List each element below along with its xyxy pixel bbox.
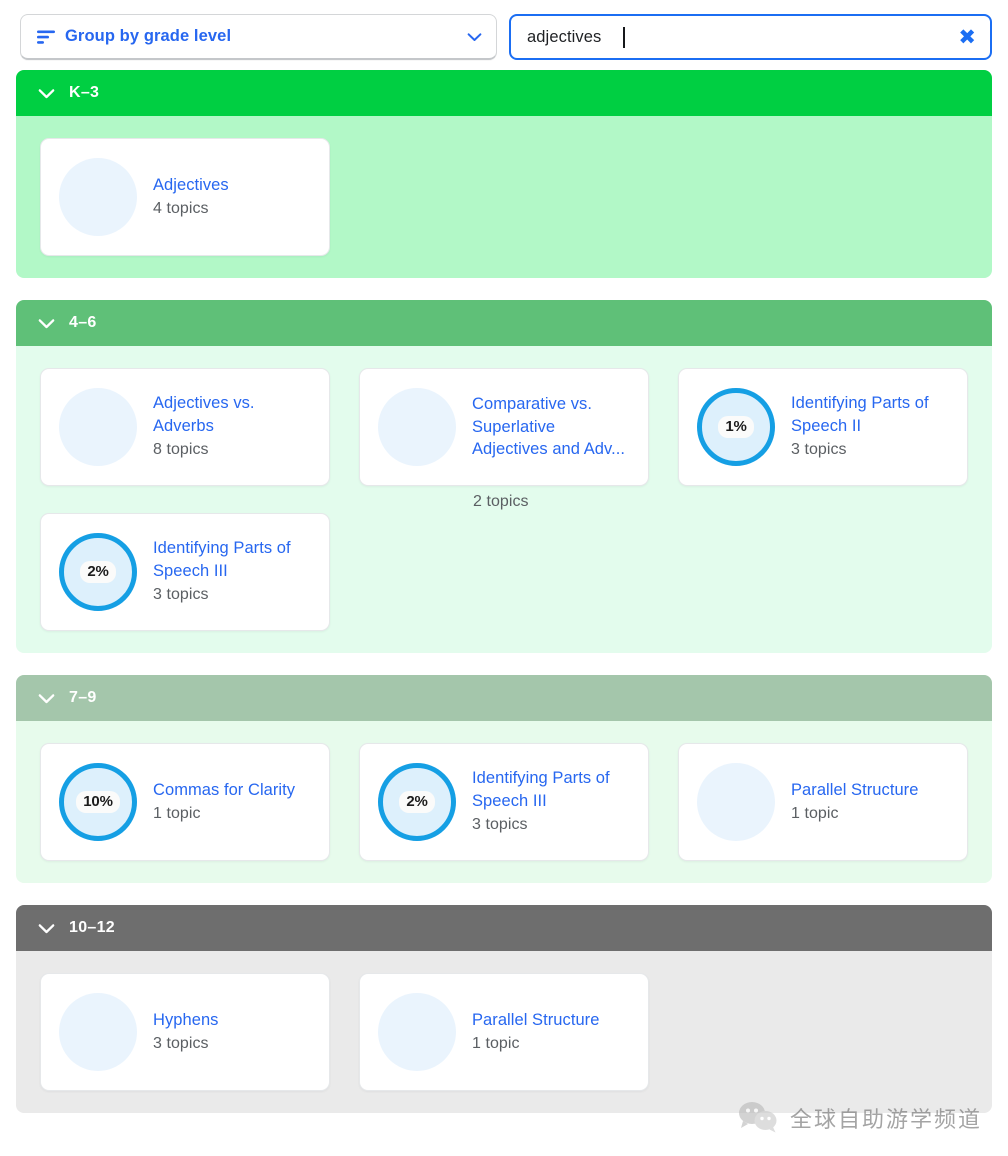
skill-topic-count: 8 topics: [153, 441, 209, 459]
skill-card[interactable]: Hyphens 3 topics: [40, 973, 330, 1091]
progress-ring-track: 2%: [59, 533, 137, 611]
grade-section-4-6: 4–6 Adjectives vs. Adverbs 8 topics Compara…: [16, 300, 992, 653]
skill-card[interactable]: 1% Identifying Parts of Speech II 3 topics: [678, 368, 968, 486]
grade-section-title: 10–12: [69, 919, 115, 936]
progress-percent: 2%: [399, 790, 435, 814]
chevron-down-icon[interactable]: [467, 32, 482, 42]
watermark-text: 全球自助游学频道: [789, 1107, 982, 1133]
skill-title[interactable]: Hyphens: [153, 1009, 313, 1032]
grade-section-title: K–3: [69, 84, 100, 101]
skill-card-text: Comparative vs. Superlative Adjectives a…: [472, 393, 632, 510]
progress-percent: 2%: [80, 560, 116, 584]
progress-percent: 10%: [76, 790, 120, 814]
progress-ring: 10%: [59, 763, 137, 841]
skill-card-text: Adjectives vs. Adverbs 8 topics: [153, 392, 313, 462]
skill-avatar: [378, 388, 456, 466]
skill-avatar: [59, 388, 137, 466]
skill-avatar: [697, 763, 775, 841]
progress-ring: 2%: [378, 763, 456, 841]
group-by-label: Group by grade level: [65, 27, 232, 45]
chevron-down-icon[interactable]: [38, 318, 55, 329]
skill-card-text: Identifying Parts of Speech II 3 topics: [791, 392, 951, 462]
grade-section-header-4-6[interactable]: 4–6: [16, 300, 992, 346]
skill-topic-count: 1 topic: [791, 805, 839, 823]
skill-title[interactable]: Comparative vs. Superlative Adjectives a…: [472, 393, 632, 461]
skill-topic-count: 4 topics: [153, 200, 209, 218]
skill-title[interactable]: Parallel Structure: [791, 779, 951, 802]
text-cursor: [623, 26, 625, 48]
skill-title[interactable]: Commas for Clarity: [153, 779, 313, 802]
progress-ring-track: 1%: [697, 388, 775, 466]
skill-title[interactable]: Adjectives: [153, 174, 313, 197]
skill-avatar-circle: [59, 993, 137, 1071]
skill-avatar: [59, 158, 137, 236]
skill-card[interactable]: Comparative vs. Superlative Adjectives a…: [359, 368, 649, 510]
skill-title[interactable]: Identifying Parts of Speech III: [472, 767, 632, 812]
grade-sections: K–3 Adjectives 4 topics 4–6 Adjectives vs. A…: [0, 70, 1008, 1113]
skill-card[interactable]: Adjectives 4 topics: [40, 138, 330, 256]
skill-avatar: [59, 993, 137, 1071]
chevron-down-icon[interactable]: [38, 923, 55, 934]
skill-topic-count: 3 topics: [153, 586, 209, 604]
grade-section-header-10-12[interactable]: 10–12: [16, 905, 992, 951]
skill-card[interactable]: 2% Identifying Parts of Speech III 3 topic…: [359, 743, 649, 861]
skill-card-text: Parallel Structure 1 topic: [472, 1009, 632, 1056]
progress-ring-track: 10%: [59, 763, 137, 841]
grade-section-title: 7–9: [69, 689, 97, 706]
skill-topic-count: 2 topics: [473, 492, 529, 510]
grade-section-body-10-12: Hyphens 3 topics Parallel Structure 1 topic: [16, 951, 992, 1113]
grade-section-title: 4–6: [69, 314, 97, 331]
grade-section-body-k-3: Adjectives 4 topics: [16, 116, 992, 278]
skill-topic-count: 3 topics: [472, 816, 528, 834]
chevron-down-icon[interactable]: [38, 693, 55, 704]
skill-topic-count: 1 topic: [153, 805, 201, 823]
group-by-grade-level-select[interactable]: Group by grade level: [20, 14, 497, 60]
skill-title[interactable]: Identifying Parts of Speech II: [791, 392, 951, 437]
skill-card-text: Identifying Parts of Speech III 3 topics: [472, 767, 632, 837]
grade-section-header-7-9[interactable]: 7–9: [16, 675, 992, 721]
progress-ring: 2%: [59, 533, 137, 611]
skill-avatar-circle: [59, 388, 137, 466]
skill-avatar-circle: [59, 158, 137, 236]
skill-card-text: Identifying Parts of Speech III 3 topics: [153, 537, 313, 607]
search-input-value[interactable]: adjectives: [527, 28, 601, 47]
progress-ring-track: 2%: [378, 763, 456, 841]
skill-card-text: Parallel Structure 1 topic: [791, 779, 951, 826]
skill-card-text: Hyphens 3 topics: [153, 1009, 313, 1056]
skill-card[interactable]: Parallel Structure 1 topic: [359, 973, 649, 1091]
progress-ring: 1%: [697, 388, 775, 466]
skill-card-text: Commas for Clarity 1 topic: [153, 779, 313, 826]
toolbar: Group by grade level adjectives ✖: [0, 0, 1008, 70]
grade-section-7-9: 7–9 10% Commas for Clarity 1 topic 2% Identif…: [16, 675, 992, 883]
clear-search-icon[interactable]: ✖: [958, 26, 976, 48]
search-field[interactable]: adjectives ✖: [509, 14, 992, 60]
watermark: 全球自助游学频道: [738, 1101, 982, 1134]
skill-card[interactable]: Parallel Structure 1 topic: [678, 743, 968, 861]
skill-title[interactable]: Adjectives vs. Adverbs: [153, 392, 313, 437]
skill-title[interactable]: Identifying Parts of Speech III: [153, 537, 313, 582]
skill-card[interactable]: Adjectives vs. Adverbs 8 topics: [40, 368, 330, 486]
skills-browser-page: Group by grade level adjectives ✖ K–3 Adj…: [0, 0, 1008, 1156]
grade-section-10-12: 10–12 Hyphens 3 topics Parallel Structure 1 …: [16, 905, 992, 1113]
skill-avatar: [378, 993, 456, 1071]
skill-card[interactable]: 10% Commas for Clarity 1 topic: [40, 743, 330, 861]
skill-avatar-circle: [697, 763, 775, 841]
grade-section-body-7-9: 10% Commas for Clarity 1 topic 2% Identifyin…: [16, 721, 992, 883]
skill-topic-count: 1 topic: [472, 1035, 520, 1053]
grade-section-header-k-3[interactable]: K–3: [16, 70, 992, 116]
chevron-down-icon[interactable]: [38, 88, 55, 99]
skill-avatar-circle: [378, 388, 456, 466]
grade-section-body-4-6: Adjectives vs. Adverbs 8 topics Comparativ…: [16, 346, 992, 653]
skill-title[interactable]: Parallel Structure: [472, 1009, 632, 1032]
progress-percent: 1%: [718, 415, 754, 439]
skill-card-text: Adjectives 4 topics: [153, 174, 313, 221]
skill-card[interactable]: 2% Identifying Parts of Speech III 3 topic…: [40, 513, 330, 631]
grade-section-k-3: K–3 Adjectives 4 topics: [16, 70, 992, 278]
skill-avatar-circle: [378, 993, 456, 1071]
wechat-icon: [738, 1102, 777, 1133]
skill-topic-count: 3 topics: [153, 1035, 209, 1053]
sort-lines-icon: [37, 30, 55, 44]
skill-topic-count: 3 topics: [791, 441, 847, 459]
